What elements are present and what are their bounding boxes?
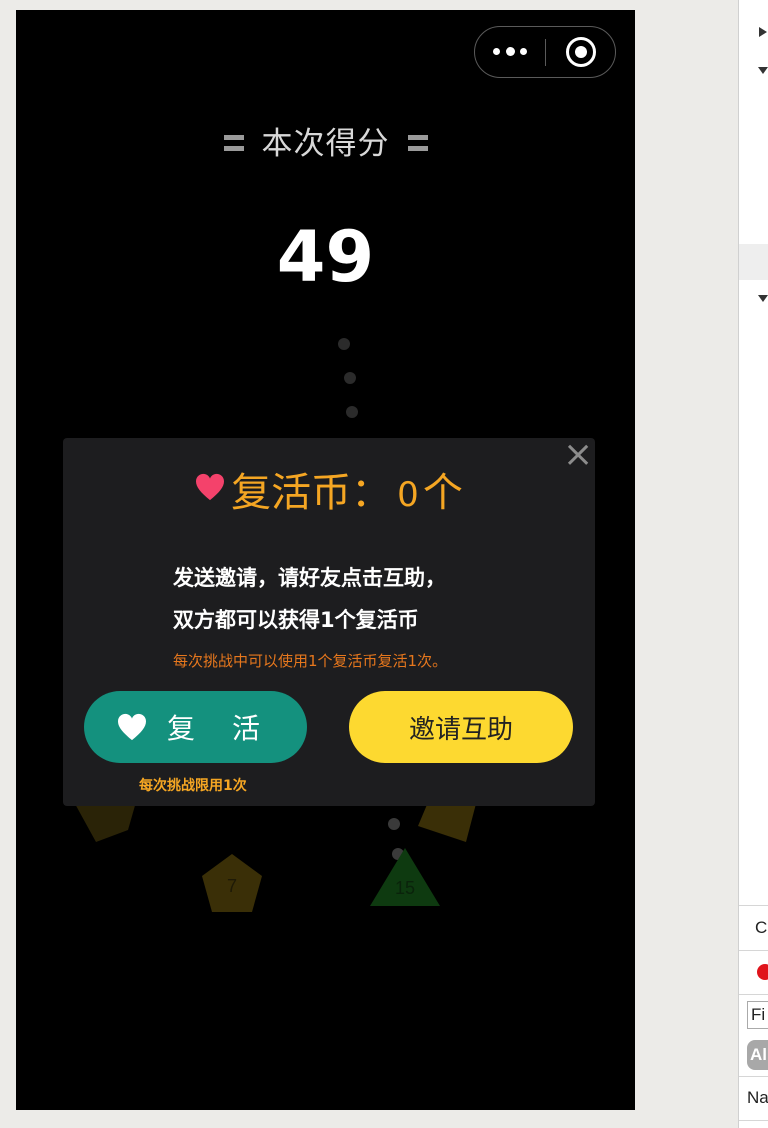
devtools-panel: C Fi Al Na: [738, 0, 768, 1128]
all-filter-button[interactable]: Al: [747, 1040, 768, 1070]
record-icon[interactable]: [757, 964, 768, 980]
all-filter-label: Al: [750, 1045, 767, 1064]
revive-button-label: 复 活: [167, 712, 274, 745]
invite-text-line-1: 发送邀请，请好友点击互助，: [173, 566, 446, 590]
filter-input[interactable]: Fi: [747, 1001, 768, 1029]
capsule-menu: [474, 26, 616, 78]
track-dot: [338, 338, 350, 350]
pentagon-block: [74, 802, 136, 842]
score-title: 本次得分: [16, 118, 635, 163]
pentagon-number: 7: [227, 876, 237, 896]
collapse-arrow-icon[interactable]: [758, 295, 768, 302]
track-dot: [346, 406, 358, 418]
track-dot: [344, 372, 356, 384]
heart-outline-icon: [118, 713, 147, 741]
invite-help-button[interactable]: 邀请互助: [349, 691, 573, 763]
triangle-block: 15: [370, 848, 440, 906]
filter-placeholder: Fi: [751, 1005, 766, 1024]
mini-program-screen: 本次得分 49 7 15 × 复活币： 0 个 发送邀请，请好友点击互助， 双方都可…: [16, 10, 635, 1110]
invite-text-line-2: 双方都可以获得1个复活币: [173, 608, 419, 632]
console-tab[interactable]: C: [755, 918, 767, 938]
track-dot: [388, 818, 400, 830]
divider: [739, 1120, 768, 1121]
decor-bars-icon: [407, 132, 428, 154]
revive-limit-note: 每次挑战限用1次: [139, 778, 247, 794]
more-icon[interactable]: [493, 43, 531, 61]
rule-note: 每次挑战中可以使用1个复活币复活1次。: [173, 652, 448, 670]
selected-row[interactable]: [739, 244, 768, 280]
coin-count: 0: [397, 475, 419, 515]
coin-title-prefix: 复活币：: [231, 470, 392, 516]
revive-modal: × 复活币： 0 个 发送邀请，请好友点击互助， 双方都可以获得1个复活币 每次挑战…: [63, 437, 595, 806]
divider: [739, 1076, 768, 1077]
revive-button[interactable]: 复 活: [84, 691, 307, 763]
score-value: 49: [276, 216, 375, 298]
divider: [739, 905, 768, 906]
capsule-divider: [545, 39, 546, 66]
heart-icon: [196, 473, 225, 501]
decor-bars-icon: [223, 132, 244, 154]
name-column-header[interactable]: Na: [747, 1088, 768, 1108]
divider: [739, 950, 768, 951]
expand-arrow-icon[interactable]: [759, 27, 767, 37]
coin-title-suffix: 个: [422, 470, 463, 516]
revive-coin-title: 复活币： 0 个: [63, 460, 595, 518]
divider: [739, 994, 768, 995]
collapse-arrow-icon[interactable]: [758, 67, 768, 74]
pentagon-block: 7: [202, 854, 262, 912]
triangle-number: 15: [395, 878, 415, 898]
score-label: 本次得分: [261, 126, 390, 162]
exit-icon[interactable]: [566, 37, 596, 67]
